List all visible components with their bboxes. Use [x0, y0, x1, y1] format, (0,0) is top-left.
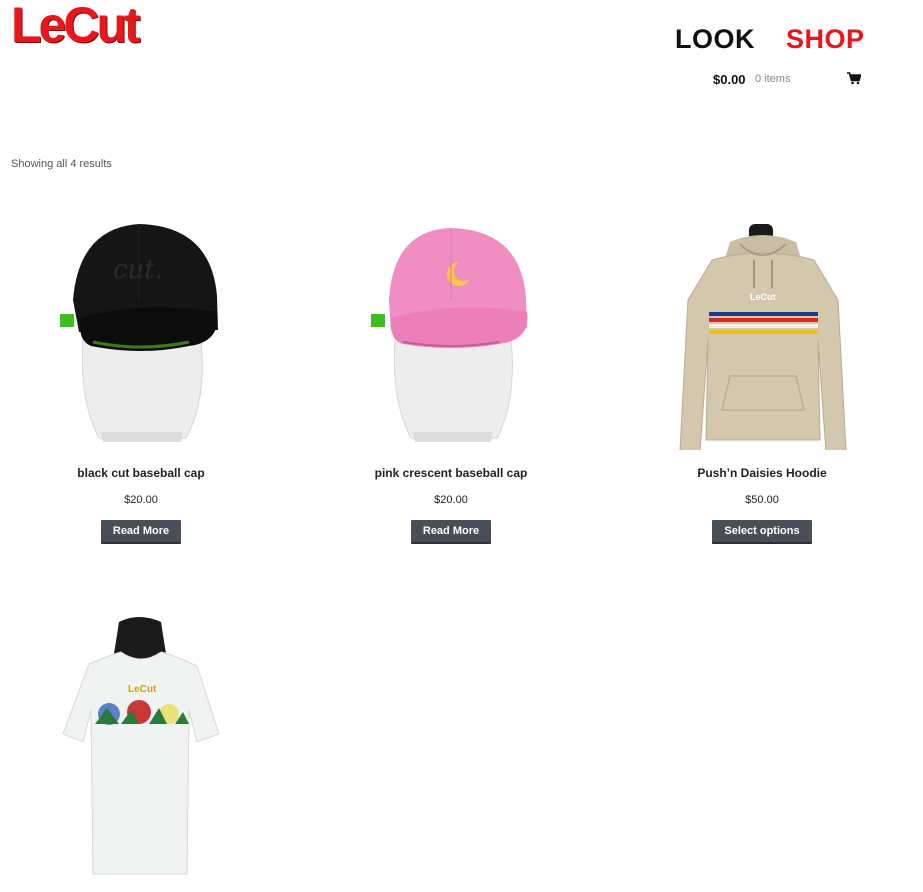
svg-text:LeCut: LeCut — [750, 292, 776, 302]
svg-text:cut.: cut. — [113, 255, 163, 285]
select-options-button[interactable]: Select options — [712, 520, 812, 542]
product-card: LeCut — [21, 608, 261, 875]
results-count: Showing all 4 results — [11, 158, 112, 170]
cart-total: $0.00 — [713, 72, 746, 87]
read-more-button[interactable]: Read More — [100, 520, 182, 542]
product-card: pink crescent baseball cap $20.00 Read M… — [331, 200, 571, 542]
product-price: $20.00 — [124, 494, 158, 506]
nav-look[interactable]: LOOK — [675, 24, 755, 55]
cart-summary[interactable]: $0.00 0 items — [713, 72, 863, 90]
product-name[interactable]: black cut baseball cap — [21, 466, 261, 482]
svg-text:LeCut: LeCut — [128, 684, 157, 695]
read-more-button[interactable]: Read More — [410, 520, 492, 542]
cart-item-count: 0 items — [755, 73, 791, 85]
shopping-cart-icon[interactable] — [847, 72, 862, 90]
site-logo[interactable]: LeCut — [11, 0, 141, 54]
white-tshirt-image[interactable]: LeCut — [21, 608, 261, 875]
product-name[interactable]: Push’n Daisies Hoodie — [642, 466, 882, 482]
product-price: $50.00 — [745, 494, 779, 506]
product-card: cut. black cut baseball cap $20.00 Read … — [21, 200, 261, 542]
nav-shop[interactable]: SHOP — [786, 24, 865, 55]
black-baseball-cap-image[interactable]: cut. — [21, 200, 261, 450]
product-card: LeCut Push’n Daisies Hoodie $50.00 Selec… — [642, 200, 882, 542]
pink-crescent-cap-image[interactable] — [331, 200, 571, 450]
beige-hoodie-image[interactable]: LeCut — [642, 200, 882, 453]
product-price: $20.00 — [434, 494, 468, 506]
product-name[interactable]: pink crescent baseball cap — [331, 466, 571, 482]
